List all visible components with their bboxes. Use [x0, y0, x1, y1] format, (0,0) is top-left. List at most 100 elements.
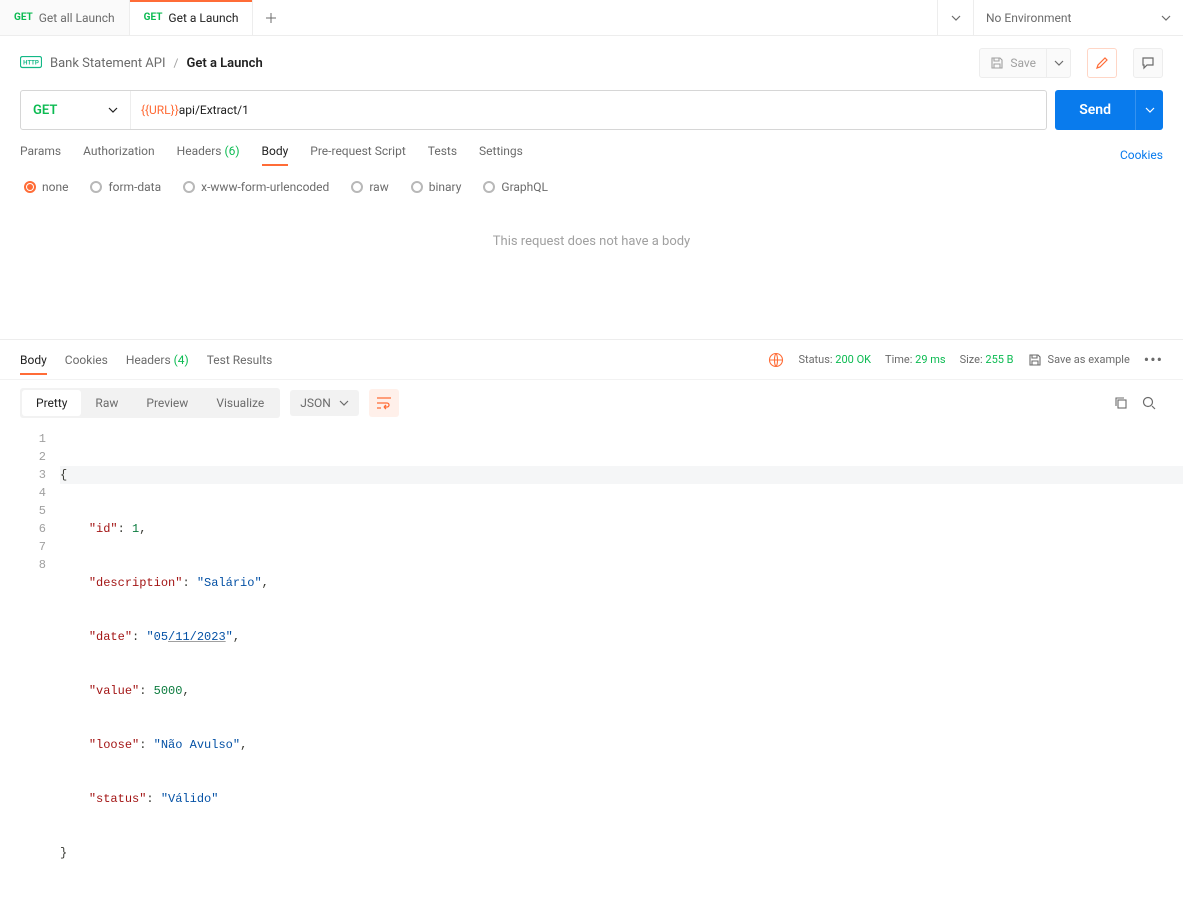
resp-tab-body[interactable]: Body — [20, 347, 47, 373]
breadcrumb-current: Get a Launch — [186, 56, 262, 71]
radio-label: none — [42, 180, 68, 194]
resp-tab-headers[interactable]: Headers (4) — [126, 347, 189, 373]
headers-count: (6) — [224, 144, 239, 158]
chevron-down-icon — [951, 15, 961, 21]
line-gutter: 1 2 3 4 5 6 7 8 — [0, 426, 54, 898]
code-line: "description": "Salário", — [60, 574, 1183, 592]
code-line: "loose": "Não Avulso", — [60, 736, 1183, 754]
save-button[interactable]: Save — [980, 49, 1046, 77]
radio-label: raw — [369, 180, 388, 194]
radio-formdata[interactable]: form-data — [90, 180, 161, 194]
chevron-down-icon — [1161, 15, 1171, 21]
wrap-lines-button[interactable] — [369, 389, 399, 417]
line-number: 5 — [0, 502, 46, 520]
tab-label: Get all Launch — [39, 11, 115, 25]
save-as-example-button[interactable]: Save as example — [1028, 353, 1130, 367]
save-icon — [1028, 353, 1042, 367]
request-subtabs: Params Authorization Headers (6) Body Pr… — [0, 130, 1183, 166]
breadcrumb-collection[interactable]: Bank Statement API — [50, 56, 166, 71]
tab-prerequest[interactable]: Pre-request Script — [310, 144, 405, 166]
pencil-icon — [1095, 56, 1109, 70]
radio-dot-icon — [411, 181, 423, 193]
line-number: 7 — [0, 538, 46, 556]
chevron-down-icon — [1054, 60, 1064, 66]
response-view-row: Pretty Raw Preview Visualize JSON — [0, 379, 1183, 426]
method-badge: GET — [14, 12, 33, 23]
radio-dot-icon — [183, 181, 195, 193]
resp-headers-count: (4) — [174, 353, 189, 367]
search-icon — [1142, 396, 1156, 410]
code-content[interactable]: { "id": 1, "description": "Salário", "da… — [54, 426, 1183, 898]
radio-label: binary — [429, 180, 462, 194]
cookies-link[interactable]: Cookies — [1120, 148, 1163, 162]
radio-none[interactable]: none — [24, 180, 68, 194]
comment-button[interactable] — [1133, 48, 1163, 78]
code-line: } — [60, 844, 1183, 862]
tab-get-all-launch[interactable]: GET Get all Launch — [0, 0, 130, 35]
new-tab-button[interactable] — [253, 0, 289, 35]
radio-graphql[interactable]: GraphQL — [483, 180, 548, 194]
code-line: { — [60, 466, 1183, 484]
environment-selector[interactable]: No Environment — [973, 0, 1183, 35]
radio-dot-icon — [90, 181, 102, 193]
send-dropdown[interactable] — [1135, 90, 1163, 130]
tab-settings[interactable]: Settings — [479, 144, 523, 166]
radio-raw[interactable]: raw — [351, 180, 388, 194]
url-path: api/Extract/1 — [179, 103, 249, 117]
resp-tab-testresults[interactable]: Test Results — [207, 347, 273, 373]
send-button-group: Send — [1055, 90, 1163, 130]
tab-authorization[interactable]: Authorization — [83, 144, 155, 166]
breadcrumb-sep: / — [174, 56, 179, 70]
tabs-dropdown[interactable] — [937, 0, 973, 35]
method-selector[interactable]: GET — [21, 91, 131, 129]
view-pretty[interactable]: Pretty — [22, 390, 81, 416]
body-empty-message: This request does not have a body — [0, 208, 1183, 339]
tab-get-a-launch[interactable]: GET Get a Launch — [130, 0, 254, 35]
more-actions[interactable]: ••• — [1144, 350, 1163, 369]
radio-urlencoded[interactable]: x-www-form-urlencoded — [183, 180, 329, 194]
code-line: "date": "05/11/2023", — [60, 628, 1183, 646]
view-tabs: Pretty Raw Preview Visualize — [20, 388, 280, 418]
radio-binary[interactable]: binary — [411, 180, 462, 194]
save-example-label: Save as example — [1048, 353, 1130, 366]
request-url-row: GET {{URL}}api/Extract/1 Send — [0, 90, 1183, 130]
line-number: 6 — [0, 520, 46, 538]
save-label: Save — [1010, 56, 1036, 70]
radio-label: form-data — [108, 180, 161, 194]
line-number: 1 — [0, 430, 46, 448]
svg-text:HTTP: HTTP — [23, 61, 39, 67]
view-raw[interactable]: Raw — [81, 390, 132, 416]
view-visualize[interactable]: Visualize — [202, 390, 278, 416]
chevron-down-icon — [1145, 107, 1155, 113]
tab-headers-label: Headers — [177, 144, 222, 158]
copy-button[interactable] — [1107, 389, 1135, 417]
body-type-radios: none form-data x-www-form-urlencoded raw… — [0, 166, 1183, 208]
line-number: 8 — [0, 556, 46, 574]
tab-headers[interactable]: Headers (6) — [177, 144, 240, 166]
resp-tab-cookies[interactable]: Cookies — [65, 347, 108, 373]
save-dropdown[interactable] — [1046, 49, 1070, 77]
environment-label: No Environment — [986, 11, 1071, 25]
view-preview[interactable]: Preview — [132, 390, 202, 416]
line-number: 3 — [0, 466, 46, 484]
line-number: 2 — [0, 448, 46, 466]
save-icon — [990, 56, 1004, 70]
size-meta: Size: 255 B — [960, 353, 1014, 366]
format-label: JSON — [300, 396, 331, 410]
url-variable: {{URL}} — [141, 103, 179, 117]
format-selector[interactable]: JSON — [290, 390, 359, 416]
search-button[interactable] — [1135, 389, 1163, 417]
resp-headers-label: Headers — [126, 353, 171, 367]
send-button[interactable]: Send — [1055, 90, 1135, 130]
response-body-code: 1 2 3 4 5 6 7 8 { "id": 1, "description"… — [0, 426, 1183, 898]
radio-dot-icon — [351, 181, 363, 193]
radio-dot-icon — [24, 181, 36, 193]
tab-body[interactable]: Body — [262, 144, 289, 166]
url-input[interactable]: {{URL}}api/Extract/1 — [131, 91, 1046, 129]
method-label: GET — [33, 103, 57, 118]
code-line: "status": "Válido" — [60, 790, 1183, 808]
http-icon: HTTP — [20, 56, 42, 70]
edit-button[interactable] — [1087, 48, 1117, 78]
tab-tests[interactable]: Tests — [428, 144, 457, 166]
tab-params[interactable]: Params — [20, 144, 61, 166]
